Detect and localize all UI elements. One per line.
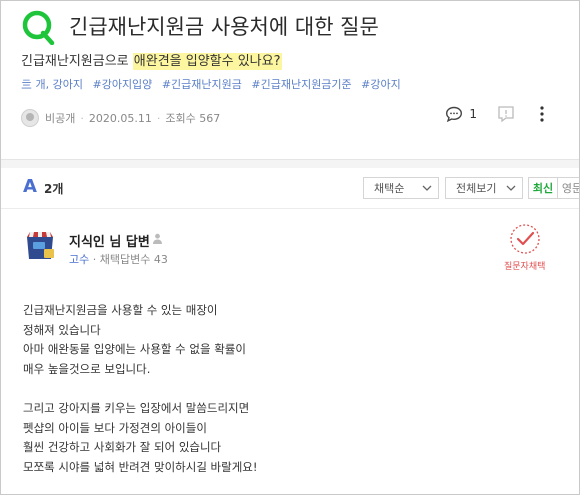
- question-title: 긴급재난지원금 사용처에 대한 질문: [69, 15, 379, 39]
- tag-item[interactable]: #강아지입양: [92, 78, 152, 91]
- tag-item[interactable]: #긴급재난지원금기준: [251, 78, 351, 91]
- author-avatar: [21, 109, 39, 127]
- question-actions: 1: [445, 105, 549, 123]
- sort-latest-button[interactable]: 최신: [528, 177, 558, 199]
- answer-line-blank: [23, 379, 258, 399]
- question-subtitle-highlight: 애완견을 입양할수 있나요?: [132, 53, 282, 70]
- question-card: 긴급재난지원금 사용처에 대한 질문 긴급재난지원금으로 애완견을 입양할수 있…: [1, 1, 579, 159]
- view-count: 조회수 567: [165, 112, 221, 125]
- adopted-count: 채택답변수 43: [99, 253, 168, 266]
- answers-header: A 2개 채택순 전체보기 최신 영문: [1, 168, 579, 209]
- answer-line: 매우 높을것으로 보입니다.: [23, 361, 151, 376]
- answer-line: 긴급재난지원금을 사용할 수 있는 매장이: [23, 303, 218, 317]
- answer-body: 긴급재난지원금을 사용할 수 있는 매장이 정해져 있습니다 아마 애완동물 입…: [23, 301, 258, 477]
- answer-line: 정해져 있습니다: [23, 322, 101, 337]
- profile-icon: [153, 233, 162, 244]
- answer-line: 아마 애완동물 입양에는 사용할 수 없을 확률이: [23, 342, 246, 357]
- answerer-rank: 고수: [69, 253, 90, 266]
- page-frame: 긴급재난지원금 사용처에 대한 질문 긴급재난지원금으로 애완견을 입양할수 있…: [0, 0, 580, 495]
- answer-line: 훨씬 건강하고 사회화가 잘 되어 있습니다: [23, 440, 222, 455]
- answer-count: 2개: [44, 182, 64, 196]
- answer-line: 모쪼록 시야를 넓혀 반려견 맞이하시길 바랄게요!: [23, 459, 258, 474]
- meta-separator: ·: [156, 111, 161, 125]
- tag-item[interactable]: #긴급재난지원금: [162, 78, 242, 91]
- sort-accepted-button[interactable]: 영문: [557, 177, 579, 199]
- report-icon[interactable]: [497, 105, 515, 123]
- accepted-stamp-label: 질문자채택: [504, 262, 546, 272]
- comment-icon: [446, 106, 463, 122]
- comment-button[interactable]: 1: [445, 106, 477, 122]
- tag-category[interactable]: 亖 개, 강아지: [21, 78, 83, 91]
- chevron-down-icon: [506, 185, 516, 191]
- view-filter-value: 전체보기: [456, 182, 497, 195]
- question-date: 2020.05.11: [88, 111, 152, 125]
- tag-list: 亖 개, 강아지 #강아지입양 #긴급재난지원금 #긴급재난지원금기준 #강아지: [21, 76, 407, 92]
- answer-line: 펫샵의 아이들 보다 가정견의 아이들이: [23, 420, 207, 435]
- question-subtitle-text: 긴급재난지원금으로: [21, 54, 133, 69]
- question-q-icon: [22, 10, 55, 45]
- meta-separator: ·: [92, 253, 100, 266]
- sort-select-value: 채택순: [374, 182, 405, 195]
- sort-select[interactable]: 채택순: [363, 177, 439, 199]
- answer-line: 그리고 강아지를 키우는 입장에서 말씀드리지면: [23, 400, 250, 415]
- accepted-stamp-icon: [510, 224, 540, 254]
- chevron-down-icon: [422, 185, 432, 191]
- comment-count: 1: [469, 107, 477, 121]
- answerer-avatar: [27, 232, 54, 259]
- question-meta: 비공개 · 2020.05.11 · 조회수 567: [21, 108, 220, 128]
- author-name: 비공개: [45, 112, 76, 125]
- meta-separator: ·: [80, 111, 84, 125]
- view-filter-select[interactable]: 전체보기: [445, 177, 523, 199]
- answer-item: 지식인 님 답변 고수 · 채택답변수 43 질문자채택 긴급재난지원금을 사용…: [1, 209, 579, 494]
- question-subtitle: 긴급재난지원금으로 애완견을 입양할수 있나요?: [21, 50, 282, 70]
- tag-item[interactable]: #강아지: [361, 78, 401, 91]
- answer-a-icon: A: [23, 176, 37, 197]
- answerer-name[interactable]: 지식인 님 답변: [69, 231, 150, 250]
- answerer-meta: 고수 · 채택답변수 43: [69, 251, 168, 267]
- more-options-icon[interactable]: [535, 105, 549, 123]
